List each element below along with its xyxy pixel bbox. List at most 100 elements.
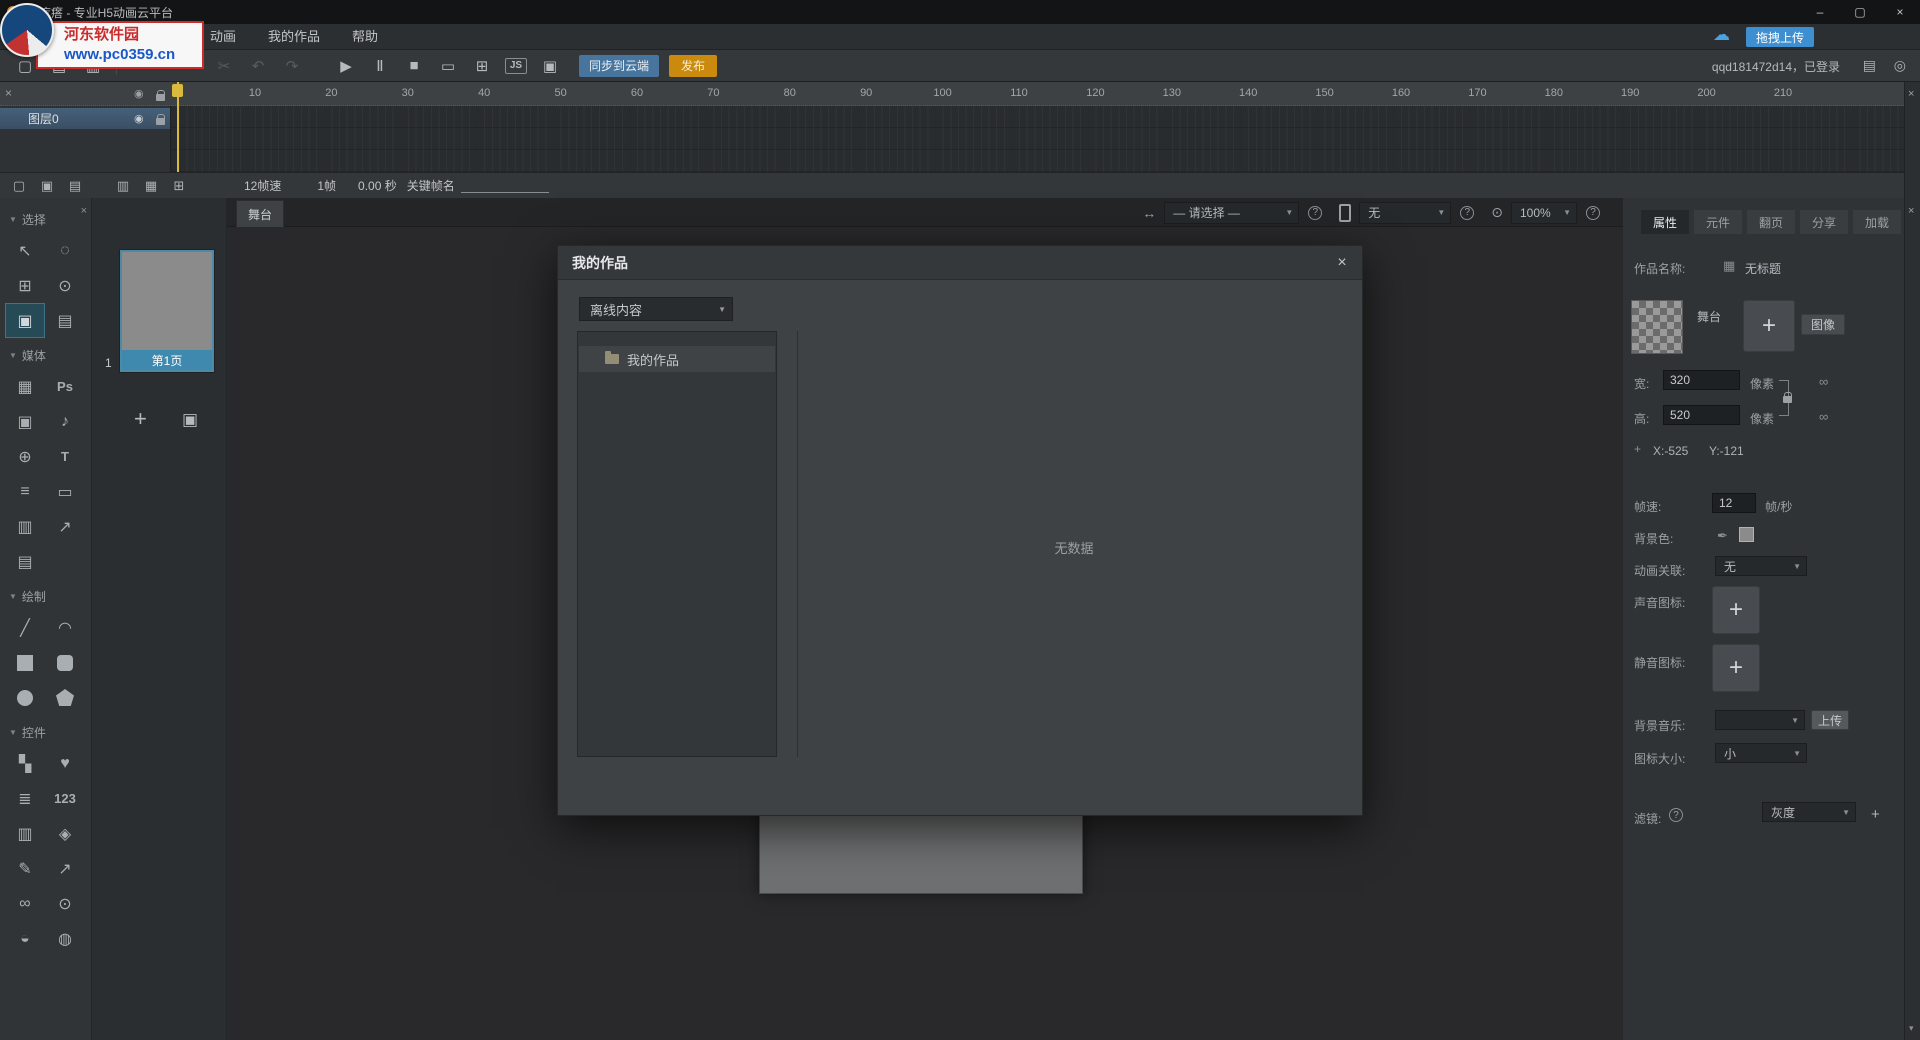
lasso-tool[interactable]: ◌ (45, 233, 85, 268)
image-tool[interactable]: ▣ (5, 303, 45, 338)
component-tool[interactable]: ▦ (5, 369, 45, 404)
add-filter-icon[interactable]: + (1871, 806, 1880, 823)
pen-widget-tool[interactable]: ✎ (5, 851, 45, 886)
audio-tool[interactable]: ♪ (45, 404, 85, 439)
height-input[interactable] (1663, 405, 1740, 425)
width-input[interactable] (1663, 370, 1740, 390)
menu-item-2[interactable]: 我的作品 (252, 24, 336, 50)
manual-icon[interactable]: ▤ (1863, 57, 1876, 74)
expand-position-icon[interactable]: + (1634, 442, 1641, 456)
device-preview-icon[interactable]: ▣ (539, 55, 561, 77)
timeline-ruler[interactable]: × ◉ 102030405060708090100110120130140150… (0, 82, 1904, 106)
menu-item-3[interactable]: 帮助 (336, 24, 394, 50)
icon-size-dropdown[interactable]: 小 ▼ (1715, 743, 1807, 763)
stop-icon[interactable]: ■ (403, 55, 425, 77)
panel-collapse-icon[interactable]: × (1908, 205, 1914, 217)
arrow-widget-tool[interactable]: ↗ (45, 851, 85, 886)
select-arrow-tool[interactable]: ↖ (5, 233, 45, 268)
tree-item-my-works[interactable]: 我的作品 (579, 346, 775, 372)
drag-upload-button[interactable]: 拖拽上传 (1746, 27, 1814, 47)
zoom-dropdown[interactable]: 100% ▼ (1511, 202, 1577, 224)
fps-input[interactable] (1712, 493, 1756, 513)
page-label[interactable]: 第1页 (122, 350, 212, 370)
aspect-lock-icon[interactable] (1783, 392, 1792, 406)
photoshop-tool[interactable]: Ps (45, 369, 85, 404)
panel-tab-0[interactable]: 属性 (1641, 210, 1689, 234)
panel-tab-2[interactable]: 翻页 (1747, 210, 1795, 234)
layer-row[interactable]: 图层0 ◉ (0, 108, 170, 129)
video-tool[interactable]: ▤ (5, 544, 45, 579)
help-icon[interactable]: ? (1586, 206, 1600, 220)
widget-group-tool[interactable]: ▚ (5, 746, 45, 781)
tool-section-header-1[interactable]: ▼媒体 (0, 338, 91, 369)
close-button[interactable]: × (1880, 0, 1920, 24)
frame-tool[interactable]: ▭ (45, 474, 85, 509)
delete-frame-icon[interactable]: ▤ (66, 177, 84, 195)
frames-grid[interactable] (171, 106, 1904, 172)
panel-tab-1[interactable]: 元件 (1694, 210, 1742, 234)
motion-tween-icon[interactable]: ⊞ (170, 177, 188, 195)
fit-width-icon[interactable]: ↔ (1142, 205, 1156, 221)
new-file-icon[interactable]: ▢ (14, 55, 36, 77)
link-dropdown[interactable]: 无 ▼ (1359, 202, 1451, 224)
paint-bucket-icon[interactable]: ✒ (1717, 528, 1728, 544)
page-thumbnail[interactable]: 第1页 (120, 250, 214, 372)
chart-tool[interactable]: ▥ (5, 509, 45, 544)
tool-section-header-3[interactable]: ▼控件 (0, 715, 91, 746)
dialog-close-icon[interactable]: × (1332, 253, 1352, 273)
timeline-close-icon[interactable]: × (5, 87, 12, 99)
rounded-rect-tool[interactable] (45, 645, 85, 680)
source-dropdown[interactable]: 离线内容 ▼ (579, 297, 733, 321)
minimize-button[interactable]: – (1800, 0, 1840, 24)
stage-bg-preview[interactable] (1631, 300, 1683, 354)
text-tool[interactable]: T (45, 439, 85, 474)
panel-tab-4[interactable]: 加载 (1853, 210, 1901, 234)
curve-tool[interactable]: ◠ (45, 610, 85, 645)
stage-tab[interactable]: 舞台 (236, 200, 284, 227)
keyframe-icon[interactable]: ▦ (142, 177, 160, 195)
scroll-down-icon[interactable]: ▾ (1909, 1023, 1914, 1034)
mute-icon-add-button[interactable]: + (1712, 644, 1760, 692)
duplicate-page-button[interactable]: ▣ (182, 410, 198, 430)
line-chart-tool[interactable]: ↗ (45, 509, 85, 544)
image-media-tool[interactable]: ▣ (5, 404, 45, 439)
layer-visibility-icon[interactable]: ◉ (134, 112, 144, 125)
anim-link-dropdown[interactable]: 无 ▼ (1715, 556, 1807, 576)
upload-music-button[interactable]: 上传 (1811, 710, 1849, 730)
polygon-tool[interactable] (45, 680, 85, 715)
insert-frame-icon[interactable]: ▥ (114, 177, 132, 195)
timer-widget-tool[interactable]: ⊙ (45, 886, 85, 921)
gallery-widget-tool[interactable]: ◍ (45, 921, 85, 956)
tool-section-header-2[interactable]: ▼绘制 (0, 579, 91, 610)
timeline-collapse-icon[interactable]: × (1908, 88, 1914, 100)
tag-widget-tool[interactable]: ◈ (45, 816, 85, 851)
link-widget-tool[interactable]: ∞ (5, 886, 45, 921)
pause-icon[interactable]: Ⅱ (369, 55, 391, 77)
progress-widget-tool[interactable]: ◒ (5, 921, 45, 956)
play-icon[interactable]: ▶ (335, 55, 357, 77)
like-widget-tool[interactable]: ♥ (45, 746, 85, 781)
tool-section-header-0[interactable]: ▼选择 (0, 202, 91, 233)
bg-color-swatch[interactable] (1739, 527, 1754, 542)
ellipse-tool[interactable] (5, 680, 45, 715)
web-embed-tool[interactable]: ⊕ (5, 439, 45, 474)
rect-tool[interactable] (5, 645, 45, 680)
panel-tab-3[interactable]: 分享 (1800, 210, 1848, 234)
tools-close-icon[interactable]: × (81, 205, 87, 217)
qrcode-icon[interactable]: ⊞ (471, 55, 493, 77)
element-select-dropdown[interactable]: — 请选择 — ▼ (1164, 202, 1299, 224)
transform-tool[interactable]: ⊞ (5, 268, 45, 303)
js-icon[interactable]: JS (505, 58, 527, 74)
sync-to-cloud-button[interactable]: 同步到云端 (579, 55, 659, 77)
link-icon[interactable]: ∞ (1819, 409, 1828, 424)
help-icon[interactable]: ? (1308, 206, 1322, 220)
new-frame-icon[interactable]: ▢ (10, 177, 28, 195)
link-icon[interactable]: ∞ (1819, 374, 1828, 389)
phone-preview-icon[interactable] (1339, 204, 1351, 222)
magnifier-icon[interactable]: ⊙ (1491, 204, 1503, 221)
filter-dropdown[interactable]: 灰度 ▼ (1762, 802, 1856, 822)
paragraph-tool[interactable]: ≡ (5, 474, 45, 509)
dialog-header[interactable]: 我的作品 × (558, 246, 1362, 280)
chart-widget-tool[interactable]: ▥ (5, 816, 45, 851)
add-cover-button[interactable]: + (1743, 300, 1795, 352)
